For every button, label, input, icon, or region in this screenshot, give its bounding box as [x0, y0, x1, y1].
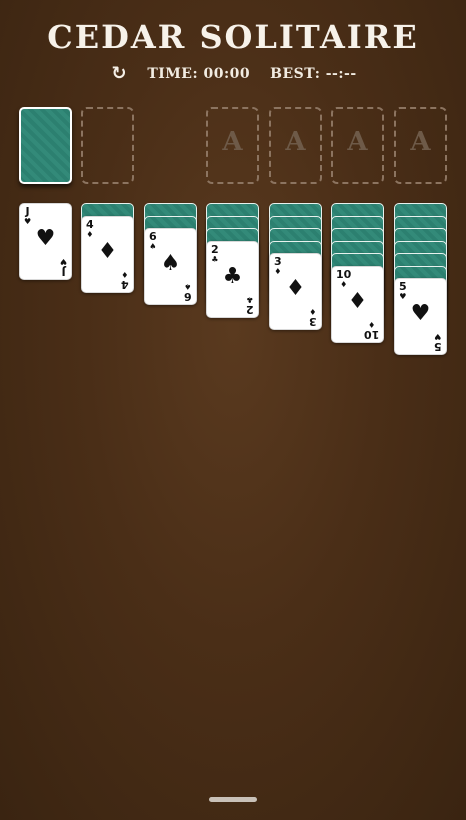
foundation-1[interactable]: A [206, 107, 259, 184]
card-rank: 5 [399, 280, 407, 293]
card-rank: 4 [86, 217, 94, 231]
card-corner-top: 5 ♥ [399, 281, 407, 301]
card-corner-bottom: J ♥ [59, 257, 67, 278]
home-indicator[interactable] [209, 797, 257, 802]
face-up-card[interactable]: 3 ♦ ♦ 3 ♦ [269, 253, 322, 330]
face-up-card[interactable]: 2 ♣ ♣ 2 ♣ [206, 240, 259, 318]
card-corner-top: 4 ♦ [86, 219, 94, 239]
card-corner-bottom: 5 ♥ [434, 332, 442, 353]
foundation-placeholder: A [222, 127, 243, 157]
card-corner-bottom: 10 ♦ [363, 319, 379, 341]
status-bar: ↻ TIME: 00:00 BEST: --:-- [0, 64, 466, 84]
card-suit: ♥ [434, 332, 442, 341]
card-rank: 2 [211, 242, 219, 256]
card-suit: ♠ [149, 242, 157, 251]
card-center-suit: ♣ [222, 263, 243, 289]
game-title: CEDAR SOLITAIRE [47, 18, 419, 56]
card-corner-top: 2 ♣ [211, 244, 219, 264]
card-suit: ♣ [211, 254, 219, 264]
face-up-card[interactable]: 4 ♦ ♦ 4 ♦ [81, 215, 134, 293]
card-rank: 10 [336, 267, 352, 281]
card-rank: 3 [309, 315, 317, 328]
foundation-placeholder: A [410, 127, 431, 157]
card-corner-bottom: 2 ♣ [246, 294, 254, 316]
card-rank: 6 [149, 230, 157, 243]
card-rank: 5 [434, 340, 442, 353]
face-up-card[interactable]: 10 ♦ ♦ 10 ♦ [331, 265, 384, 343]
card-center-suit: ♥ [410, 301, 431, 326]
card-center-suit: ♦ [347, 288, 368, 314]
card-center-suit: ♦ [285, 276, 306, 301]
card-rank: 4 [121, 277, 129, 291]
card-rank: 6 [184, 290, 192, 303]
card-suit: ♦ [121, 269, 129, 279]
card-suit: ♦ [309, 307, 317, 316]
card-suit: ♥ [24, 217, 32, 226]
timer-label: TIME: 00:00 [147, 66, 251, 82]
restart-icon[interactable]: ↻ [109, 64, 129, 84]
card-suit: ♥ [399, 292, 407, 301]
card-center-suit: ♥ [35, 226, 56, 251]
card-center-suit: ♠ [160, 251, 181, 276]
card-rank: J [25, 205, 30, 218]
face-up-card[interactable]: J ♥ ♥ J ♥ [19, 203, 72, 280]
card-rank: 2 [246, 302, 254, 316]
card-suit: ♠ [184, 282, 192, 291]
foundation-3[interactable]: A [331, 107, 384, 184]
foundation-4[interactable]: A [394, 107, 447, 184]
card-center-suit: ♦ [97, 238, 118, 264]
card-corner-top: 6 ♠ [149, 231, 157, 251]
card-suit: ♣ [246, 294, 254, 304]
card-suit: ♦ [340, 279, 348, 289]
waste-pile[interactable] [81, 107, 134, 184]
card-suit: ♦ [367, 319, 375, 329]
foundation-2[interactable]: A [269, 107, 322, 184]
card-suit: ♦ [274, 267, 282, 276]
card-corner-bottom: 3 ♦ [309, 307, 317, 328]
best-time-label: BEST: --:-- [270, 66, 357, 82]
card-corner-top: 3 ♦ [274, 256, 282, 276]
card-rank: J [61, 265, 66, 278]
card-suit: ♦ [86, 229, 94, 239]
face-up-card[interactable]: 5 ♥ ♥ 5 ♥ [394, 278, 447, 355]
foundation-placeholder: A [347, 127, 368, 157]
card-suit: ♥ [59, 257, 67, 266]
card-rank: 3 [274, 255, 282, 268]
card-corner-bottom: 6 ♠ [184, 282, 192, 303]
foundation-placeholder: A [285, 127, 306, 157]
face-up-card[interactable]: 6 ♠ ♠ 6 ♠ [144, 228, 197, 305]
card-corner-top: J ♥ [24, 206, 31, 226]
card-corner-top: 10 ♦ [336, 269, 351, 289]
stock-pile[interactable] [19, 107, 72, 184]
card-rank: 10 [363, 327, 379, 341]
card-corner-bottom: 4 ♦ [121, 269, 129, 291]
